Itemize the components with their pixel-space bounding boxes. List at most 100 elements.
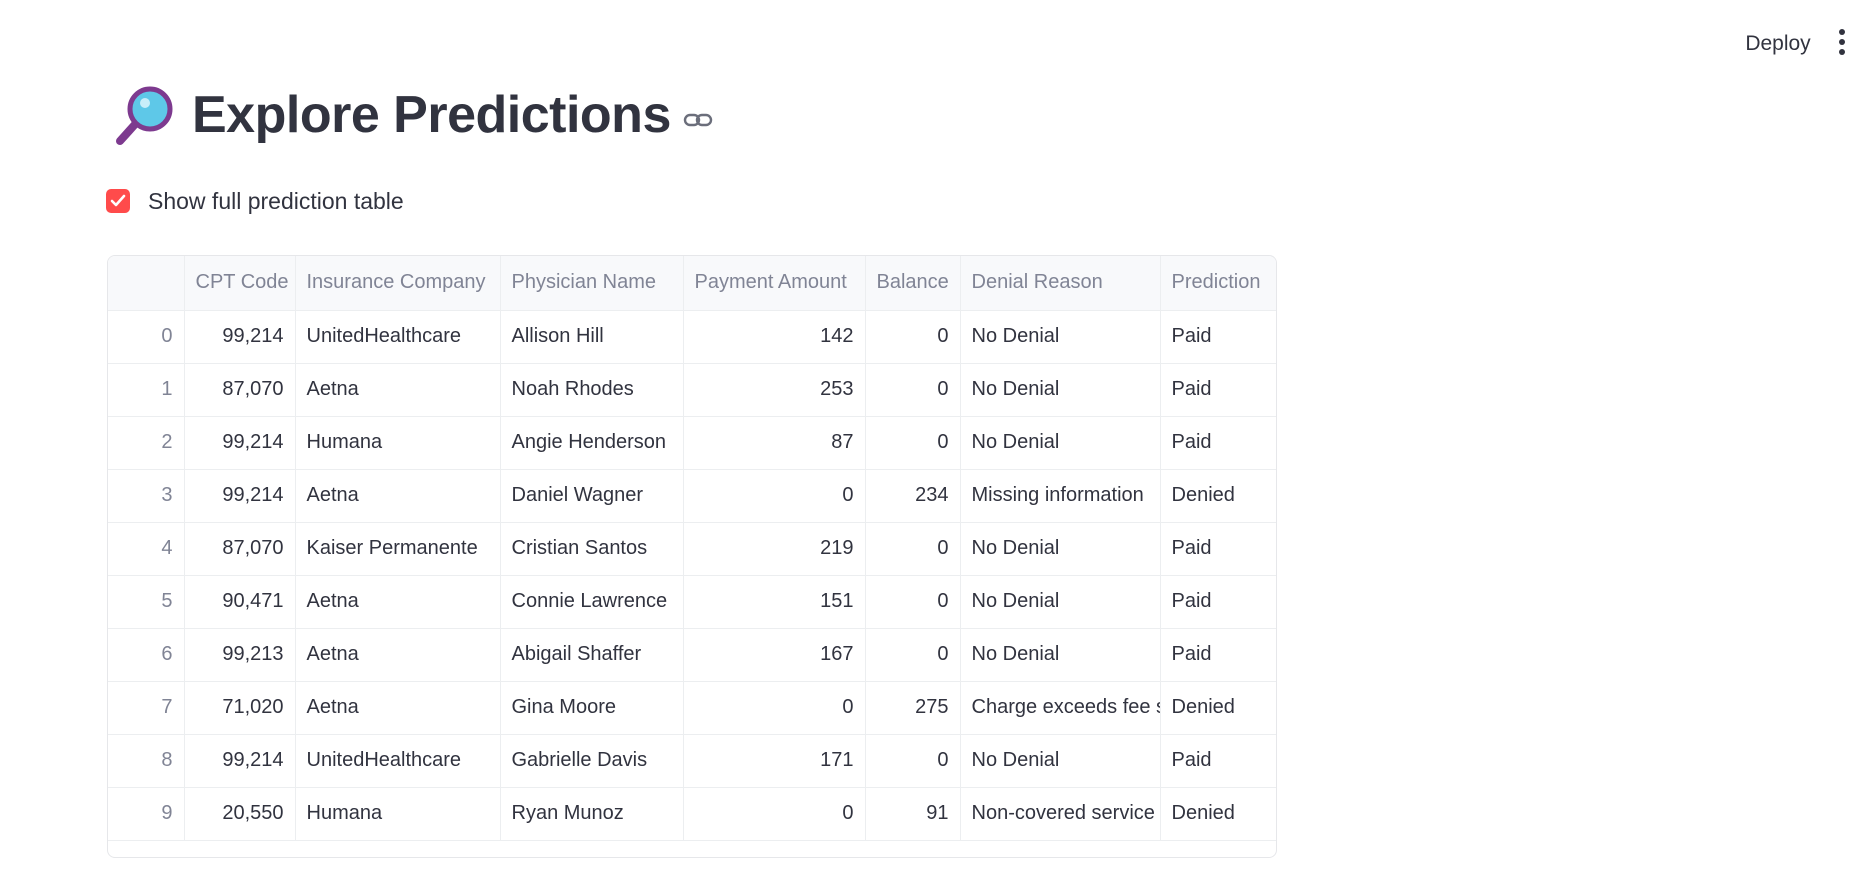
insurance-company-cell[interactable]: Aetna xyxy=(295,681,501,735)
prediction-cell[interactable]: Denied xyxy=(1160,469,1276,523)
insurance-company-cell[interactable]: Kaiser Permanente xyxy=(295,522,501,576)
index-cell[interactable]: 3 xyxy=(108,469,185,523)
payment-amount-cell[interactable]: 0 xyxy=(683,469,866,523)
balance-cell[interactable]: 0 xyxy=(865,575,961,629)
physician-name-cell[interactable]: Gina Moore xyxy=(500,681,684,735)
balance-cell[interactable]: 0 xyxy=(865,522,961,576)
payment-amount-cell[interactable]: 0 xyxy=(683,681,866,735)
prediction-cell[interactable]: Paid xyxy=(1160,363,1276,417)
prediction-cell[interactable]: Denied xyxy=(1160,681,1276,735)
payment-amount-cell[interactable]: 253 xyxy=(683,363,866,417)
insurance-company-cell[interactable]: Aetna xyxy=(295,575,501,629)
prediction-table[interactable]: CPT Code Insurance Company Physician Nam… xyxy=(107,255,1277,858)
balance-cell[interactable]: 0 xyxy=(865,628,961,682)
denial-reason-cell[interactable]: No Denial xyxy=(960,310,1161,364)
cpt-code-cell[interactable]: 20,550 xyxy=(184,787,296,841)
cpt-code-cell[interactable]: 99,214 xyxy=(184,416,296,470)
denial-reason-cell[interactable]: No Denial xyxy=(960,628,1161,682)
insurance-company-cell[interactable]: Aetna xyxy=(295,628,501,682)
index-cell[interactable]: 4 xyxy=(108,522,185,576)
physician-name-cell[interactable]: Noah Rhodes xyxy=(500,363,684,417)
show-full-table-checkbox[interactable]: Show full prediction table xyxy=(106,186,404,216)
physician-name-cell[interactable]: Abigail Shaffer xyxy=(500,628,684,682)
index-cell[interactable]: 1 xyxy=(108,363,185,417)
physician-name-cell[interactable]: Daniel Wagner xyxy=(500,469,684,523)
payment-amount-cell[interactable]: 171 xyxy=(683,734,866,788)
link-icon[interactable] xyxy=(683,110,713,130)
physician-name-cell[interactable]: Gabrielle Davis xyxy=(500,734,684,788)
insurance-company-cell[interactable]: Aetna xyxy=(295,469,501,523)
payment-amount-cell[interactable]: 0 xyxy=(683,787,866,841)
physician-name-cell[interactable]: Angie Henderson xyxy=(500,416,684,470)
payment-amount-cell[interactable]: 87 xyxy=(683,416,866,470)
table-row: 8 99,214 UnitedHealthcare Gabrielle Davis 17… xyxy=(108,734,1276,788)
denial-reason-cell[interactable]: No Denial xyxy=(960,416,1161,470)
table-row: 4 87,070 Kaiser Permanente Cristian Santos 2… xyxy=(108,522,1276,576)
column-header-prediction[interactable]: Prediction xyxy=(1160,256,1276,311)
cpt-code-cell[interactable]: 90,471 xyxy=(184,575,296,629)
index-cell[interactable]: 9 xyxy=(108,787,185,841)
insurance-company-cell[interactable]: UnitedHealthcare xyxy=(295,734,501,788)
insurance-company-cell[interactable]: Humana xyxy=(295,416,501,470)
insurance-company-cell[interactable]: Humana xyxy=(295,787,501,841)
balance-cell[interactable]: 0 xyxy=(865,416,961,470)
column-header-index[interactable] xyxy=(108,256,185,311)
denial-reason-cell[interactable]: Charge exceeds fee schedule xyxy=(960,681,1161,735)
balance-cell[interactable]: 275 xyxy=(865,681,961,735)
deploy-button[interactable]: Deploy xyxy=(1718,22,1838,66)
payment-amount-cell[interactable]: 142 xyxy=(683,310,866,364)
denial-reason-cell[interactable]: Missing information xyxy=(960,469,1161,523)
denial-reason-cell[interactable]: No Denial xyxy=(960,575,1161,629)
cpt-code-cell[interactable]: 99,214 xyxy=(184,734,296,788)
column-header-denial-reason[interactable]: Denial Reason xyxy=(960,256,1161,311)
column-header-payment-amount[interactable]: Payment Amount xyxy=(683,256,866,311)
cpt-code-cell[interactable]: 87,070 xyxy=(184,363,296,417)
table-body: 0 99,214 UnitedHealthcare Allison Hill 142 0 N… xyxy=(108,310,1276,841)
physician-name-cell[interactable]: Connie Lawrence xyxy=(500,575,684,629)
denial-reason-cell[interactable]: Non-covered service xyxy=(960,787,1161,841)
prediction-cell[interactable]: Paid xyxy=(1160,310,1276,364)
cpt-code-cell[interactable]: 87,070 xyxy=(184,522,296,576)
prediction-cell[interactable]: Paid xyxy=(1160,575,1276,629)
prediction-cell[interactable]: Paid xyxy=(1160,522,1276,576)
balance-cell[interactable]: 0 xyxy=(865,363,961,417)
index-cell[interactable]: 2 xyxy=(108,416,185,470)
denial-reason-cell[interactable]: No Denial xyxy=(960,734,1161,788)
index-cell[interactable]: 0 xyxy=(108,310,185,364)
prediction-cell[interactable]: Paid xyxy=(1160,628,1276,682)
index-cell[interactable]: 7 xyxy=(108,681,185,735)
balance-cell[interactable]: 91 xyxy=(865,787,961,841)
index-cell[interactable]: 5 xyxy=(108,575,185,629)
payment-amount-cell[interactable]: 219 xyxy=(683,522,866,576)
column-header-cpt-code[interactable]: CPT Code xyxy=(184,256,296,311)
prediction-cell[interactable]: Paid xyxy=(1160,734,1276,788)
insurance-company-cell[interactable]: UnitedHealthcare xyxy=(295,310,501,364)
balance-cell[interactable]: 0 xyxy=(865,310,961,364)
column-header-physician-name[interactable]: Physician Name xyxy=(500,256,684,311)
denial-reason-cell[interactable]: No Denial xyxy=(960,363,1161,417)
checkbox-checked-icon[interactable] xyxy=(106,189,130,213)
balance-cell[interactable]: 0 xyxy=(865,734,961,788)
table-header-row: CPT Code Insurance Company Physician Nam… xyxy=(108,256,1276,311)
index-cell[interactable]: 8 xyxy=(108,734,185,788)
cpt-code-cell[interactable]: 71,020 xyxy=(184,681,296,735)
column-header-balance[interactable]: Balance xyxy=(865,256,961,311)
prediction-cell[interactable]: Denied xyxy=(1160,787,1276,841)
menu-dot xyxy=(1839,49,1845,55)
prediction-cell[interactable]: Paid xyxy=(1160,416,1276,470)
physician-name-cell[interactable]: Ryan Munoz xyxy=(500,787,684,841)
kebab-menu-icon[interactable] xyxy=(1830,26,1854,62)
cpt-code-cell[interactable]: 99,214 xyxy=(184,469,296,523)
table-row: 0 99,214 UnitedHealthcare Allison Hill 142 0 N… xyxy=(108,310,1276,364)
physician-name-cell[interactable]: Allison Hill xyxy=(500,310,684,364)
denial-reason-cell[interactable]: No Denial xyxy=(960,522,1161,576)
column-header-insurance-company[interactable]: Insurance Company xyxy=(295,256,501,311)
cpt-code-cell[interactable]: 99,214 xyxy=(184,310,296,364)
payment-amount-cell[interactable]: 151 xyxy=(683,575,866,629)
cpt-code-cell[interactable]: 99,213 xyxy=(184,628,296,682)
insurance-company-cell[interactable]: Aetna xyxy=(295,363,501,417)
index-cell[interactable]: 6 xyxy=(108,628,185,682)
payment-amount-cell[interactable]: 167 xyxy=(683,628,866,682)
physician-name-cell[interactable]: Cristian Santos xyxy=(500,522,684,576)
balance-cell[interactable]: 234 xyxy=(865,469,961,523)
